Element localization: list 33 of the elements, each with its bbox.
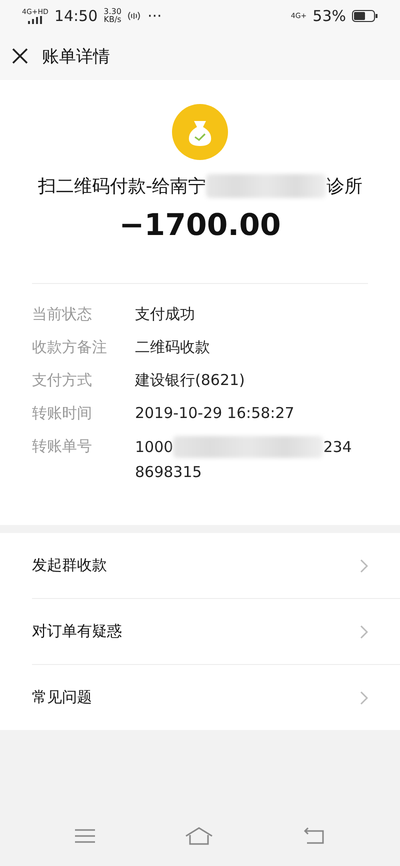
- detail-label: 转账单号: [32, 436, 93, 457]
- detail-value: 二维码收款: [135, 337, 210, 357]
- menu-item[interactable]: 对订单有疑惑: [32, 599, 400, 665]
- page-title: 账单详情: [42, 46, 110, 68]
- status-time: 14:50: [54, 7, 98, 25]
- detail-label: 收款方备注: [32, 337, 108, 357]
- payment-amount: −1700.00: [119, 208, 281, 243]
- detail-value: 2019-10-29 16:58:27: [135, 403, 294, 423]
- detail-value: 支付成功: [135, 304, 195, 324]
- back-icon[interactable]: [303, 827, 325, 845]
- detail-value: 建设银行(8621): [135, 370, 245, 390]
- detail-value: 8698315: [135, 462, 203, 482]
- chevron-icon: [360, 558, 368, 572]
- hotspot-icon: [127, 10, 142, 22]
- battery-icon: [352, 10, 378, 22]
- payee-title: 扫二维码付款-给南宁: [38, 175, 206, 198]
- money-bag-icon: [172, 104, 228, 160]
- battery-percent: 53%: [312, 7, 346, 25]
- more-notifications: ···: [147, 7, 162, 25]
- menu-item[interactable]: 发起群收款: [32, 533, 400, 599]
- close-icon[interactable]: [12, 48, 28, 64]
- home-icon[interactable]: [185, 827, 213, 845]
- detail-label: 当前状态: [32, 304, 93, 324]
- chevron-icon: [360, 624, 368, 638]
- detail-value: 234: [323, 437, 352, 457]
- detail-value: 1000: [135, 437, 174, 457]
- network-speed: 3.30 KB/s: [104, 8, 122, 24]
- detail-label: 支付方式: [32, 370, 93, 390]
- payee-title: 诊所: [326, 175, 362, 198]
- chevron-icon: [360, 690, 368, 704]
- menu-icon[interactable]: [75, 828, 95, 844]
- menu-item[interactable]: 常见问题: [32, 665, 400, 730]
- detail-label: 转账时间: [32, 403, 93, 423]
